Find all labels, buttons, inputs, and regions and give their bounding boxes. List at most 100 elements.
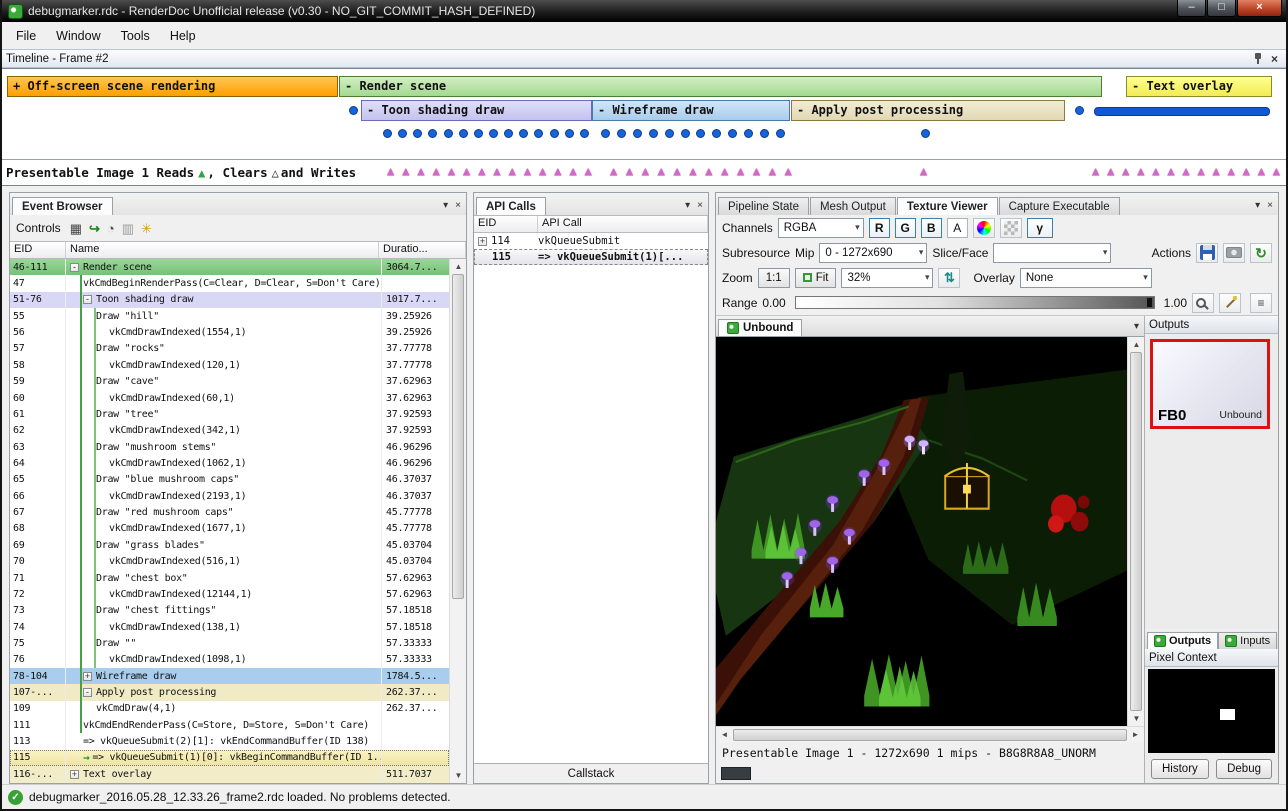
draw-event-dot[interactable] xyxy=(519,129,528,138)
usage-write-triangle-icon[interactable]: ▲ xyxy=(1122,165,1129,177)
tab-mesh-output[interactable]: Mesh Output xyxy=(810,197,896,215)
expand-icon[interactable]: + xyxy=(478,237,487,246)
usage-write-triangle-icon[interactable]: ▲ xyxy=(585,165,592,177)
usage-write-triangle-icon[interactable]: ▲ xyxy=(402,165,409,177)
event-row-56[interactable]: 56vkCmdDrawIndexed(1554,1)39.25926 xyxy=(10,324,449,340)
usage-write-triangle-icon[interactable]: ▲ xyxy=(387,165,394,177)
event-row-68[interactable]: 68vkCmdDrawIndexed(1677,1)45.77778 xyxy=(10,521,449,537)
draw-event-dot[interactable] xyxy=(534,129,543,138)
timeline-activity-bar[interactable] xyxy=(1094,107,1270,116)
usage-write-triangle-icon[interactable]: ▲ xyxy=(674,165,681,177)
event-row-109[interactable]: 109vkCmdDraw(4,1)262.37... xyxy=(10,701,449,717)
close-icon[interactable]: × xyxy=(1271,54,1278,64)
callstack-section[interactable]: Callstack xyxy=(474,763,708,783)
mip-select[interactable]: 0 - 1272x690▾ xyxy=(819,243,927,263)
panel-close-icon[interactable]: × xyxy=(1267,200,1273,211)
usage-write-triangle-icon[interactable]: ▲ xyxy=(785,165,792,177)
overlay-select[interactable]: None▾ xyxy=(1020,268,1152,288)
usage-write-triangle-icon[interactable]: ▲ xyxy=(509,165,516,177)
event-row-59[interactable]: 59Draw "cave"37.62963 xyxy=(10,374,449,390)
colorwheel-button[interactable] xyxy=(973,218,995,238)
zoom-1to1-button[interactable]: 1:1 xyxy=(758,268,790,288)
draw-event-dot[interactable] xyxy=(550,129,559,138)
snapshot-button[interactable] xyxy=(1223,243,1245,263)
draw-event-dot[interactable] xyxy=(398,129,407,138)
usage-write-triangle-icon[interactable]: ▲ xyxy=(753,165,760,177)
slice-face-select[interactable]: ▾ xyxy=(993,243,1111,263)
draw-event-dot[interactable] xyxy=(681,129,690,138)
draw-event-dot[interactable] xyxy=(601,129,610,138)
collapse-icon[interactable]: - xyxy=(83,688,92,697)
event-row-66[interactable]: 66vkCmdDrawIndexed(2193,1)46.37037 xyxy=(10,488,449,504)
event-row-65[interactable]: 65Draw "blue mushroom caps"46.37037 xyxy=(10,472,449,488)
event-row-72[interactable]: 72vkCmdDrawIndexed(12144,1)57.62963 xyxy=(10,586,449,602)
channel-red-toggle[interactable]: R xyxy=(869,218,890,238)
texture-tab-unbound[interactable]: Unbound xyxy=(718,319,802,336)
timeline-marker-render-scene[interactable]: - Render scene xyxy=(339,76,1102,97)
zoom-select[interactable]: 32%▾ xyxy=(841,268,933,288)
tab-pipeline-state[interactable]: Pipeline State xyxy=(718,197,809,215)
tab-api-calls[interactable]: API Calls xyxy=(476,197,546,215)
usage-write-triangle-icon[interactable]: ▲ xyxy=(769,165,776,177)
time-durations-icon[interactable]: ◔ xyxy=(107,222,115,235)
draw-event-dot[interactable] xyxy=(1075,106,1084,115)
scrollbar-thumb[interactable] xyxy=(733,729,1127,741)
usage-write-triangle-icon[interactable]: ▲ xyxy=(1107,165,1114,177)
usage-write-triangle-icon[interactable]: ▲ xyxy=(689,165,696,177)
collapse-icon[interactable]: - xyxy=(70,263,79,272)
panel-menu-icon[interactable]: ▾ xyxy=(443,200,448,211)
history-button[interactable]: History xyxy=(1151,759,1209,779)
usage-write-triangle-icon[interactable]: ▲ xyxy=(478,165,485,177)
event-row-63[interactable]: 63Draw "mushroom stems"46.96296 xyxy=(10,439,449,455)
tab-event-browser[interactable]: Event Browser xyxy=(12,197,113,215)
panel-close-icon[interactable]: × xyxy=(455,200,461,211)
panel-close-icon[interactable]: × xyxy=(697,200,703,211)
scroll-up-icon[interactable]: ▲ xyxy=(450,259,466,274)
column-header-eid[interactable]: EID xyxy=(10,242,66,258)
draw-event-dot[interactable] xyxy=(349,106,358,115)
range-zoom-button[interactable] xyxy=(1192,293,1214,313)
menu-item-window[interactable]: Window xyxy=(46,25,110,47)
debug-button[interactable]: Debug xyxy=(1216,759,1272,779)
usage-write-triangle-icon[interactable]: ▲ xyxy=(1137,165,1144,177)
zoom-fit-button[interactable]: Fit xyxy=(795,268,837,288)
column-header-duration[interactable]: Duratio... xyxy=(379,242,466,258)
usage-write-triangle-icon[interactable]: ▲ xyxy=(463,165,470,177)
event-row-55[interactable]: 55Draw "hill"39.25926 xyxy=(10,308,449,324)
menu-item-file[interactable]: File xyxy=(6,25,46,47)
scroll-down-icon[interactable]: ▼ xyxy=(450,768,466,783)
usage-write-triangle-icon[interactable]: ▲ xyxy=(920,165,927,177)
checkerboard-button[interactable] xyxy=(1000,218,1022,238)
tab-outputs[interactable]: Outputs xyxy=(1147,632,1218,649)
fb0-thumbnail[interactable]: FB0 Unbound xyxy=(1150,339,1270,429)
draw-event-dot[interactable] xyxy=(383,129,392,138)
event-row-71[interactable]: 71Draw "chest box"57.62963 xyxy=(10,570,449,586)
draw-event-dot[interactable] xyxy=(474,129,483,138)
event-row-61[interactable]: 61Draw "tree"37.92593 xyxy=(10,406,449,422)
draw-event-dot[interactable] xyxy=(504,129,513,138)
channel-green-toggle[interactable]: G xyxy=(895,218,916,238)
draw-event-dot[interactable] xyxy=(633,129,642,138)
draw-event-dot[interactable] xyxy=(760,129,769,138)
collapse-icon[interactable]: - xyxy=(83,295,92,304)
usage-write-triangle-icon[interactable]: ▲ xyxy=(1092,165,1099,177)
draw-event-dot[interactable] xyxy=(489,129,498,138)
scrollbar-thumb[interactable] xyxy=(452,274,464,599)
usage-write-triangle-icon[interactable]: ▲ xyxy=(524,165,531,177)
tab-capture-executable[interactable]: Capture Executable xyxy=(999,197,1120,215)
range-slider-handle[interactable] xyxy=(1147,298,1152,307)
draw-event-dot[interactable] xyxy=(444,129,453,138)
maximize-button[interactable]: □ xyxy=(1207,0,1236,17)
draw-event-dot[interactable] xyxy=(921,129,930,138)
draw-event-dot[interactable] xyxy=(459,129,468,138)
event-row-64[interactable]: 64vkCmdDrawIndexed(1062,1)46.96296 xyxy=(10,455,449,471)
tab-inputs[interactable]: Inputs xyxy=(1218,632,1277,649)
flip-y-button[interactable]: ⇅ xyxy=(938,268,960,288)
pixel-context-view[interactable] xyxy=(1148,669,1275,753)
draw-event-dot[interactable] xyxy=(565,129,574,138)
event-row-51-76[interactable]: 51-76-Toon shading draw1017.7... xyxy=(10,292,449,308)
event-row-113[interactable]: 113=> vkQueueSubmit(2)[1]: vkEndCommandB… xyxy=(10,733,449,749)
texture-vertical-scrollbar[interactable]: ▲ ▼ xyxy=(1127,337,1144,726)
timeline-marker-text-overlay[interactable]: - Text overlay xyxy=(1126,76,1272,97)
scroll-down-icon[interactable]: ▼ xyxy=(1128,711,1144,726)
